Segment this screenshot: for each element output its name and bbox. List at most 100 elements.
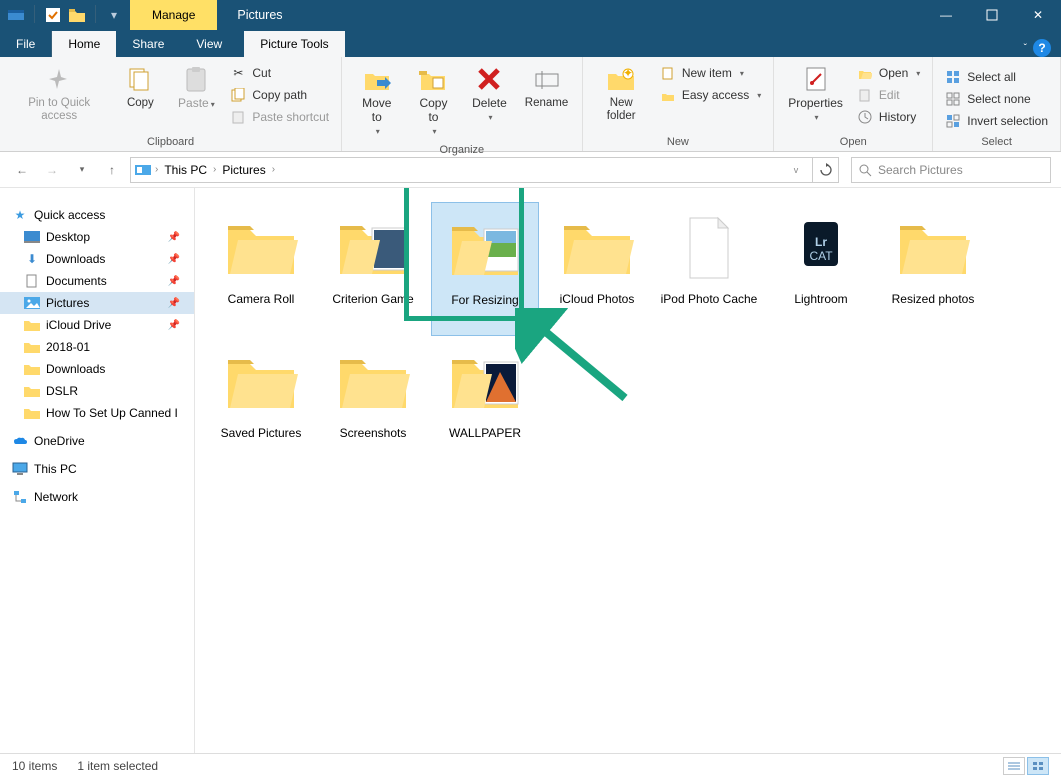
new-item-button[interactable]: New item▾ (656, 63, 765, 83)
folder-item[interactable]: iPod Photo Cache (655, 202, 763, 336)
nav-forward-button[interactable]: → (40, 158, 64, 182)
history-button[interactable]: History (853, 107, 924, 127)
tab-picture-tools[interactable]: Picture Tools (244, 31, 344, 57)
folder-icon (24, 361, 40, 377)
paste-button[interactable]: Paste▾ (170, 61, 222, 113)
sidebar-downloads[interactable]: ⬇Downloads📌 (0, 248, 194, 270)
search-icon (858, 163, 872, 177)
sidebar-2018-01[interactable]: 2018-01 (0, 336, 194, 358)
select-all-button[interactable]: Select all (941, 67, 1052, 87)
cut-button[interactable]: ✂Cut (226, 63, 333, 83)
new-item-icon (660, 65, 676, 81)
cut-icon: ✂ (230, 65, 246, 81)
search-placeholder: Search Pictures (878, 163, 963, 177)
sidebar-quick-access[interactable]: ★Quick access (0, 204, 194, 226)
pin-icon: 📌 (168, 320, 180, 331)
invert-selection-button[interactable]: Invert selection (941, 111, 1052, 131)
minimize-button[interactable]: — (923, 0, 969, 30)
copy-path-button[interactable]: Copy path (226, 85, 333, 105)
title-bar: ▾ Manage Pictures — ✕ (0, 0, 1061, 30)
ribbon-group-select: Select all Select none Invert selection … (933, 57, 1061, 151)
sidebar-desktop[interactable]: Desktop📌 (0, 226, 194, 248)
app-icon (6, 5, 26, 25)
folder-item[interactable]: WALLPAPER (431, 336, 539, 470)
status-selection-count: 1 item selected (77, 759, 158, 773)
sidebar-onedrive[interactable]: OneDrive (0, 430, 194, 452)
sidebar-dslr[interactable]: DSLR (0, 380, 194, 402)
new-folder-button[interactable]: ✦ New folder (591, 61, 652, 125)
folder-item[interactable]: Resized photos (879, 202, 987, 336)
refresh-button[interactable] (813, 157, 839, 183)
rename-icon (531, 63, 563, 95)
folder-icon: LrCAT (781, 208, 861, 288)
qat-overflow-icon[interactable]: ▾ (104, 5, 124, 25)
address-dropdown-icon[interactable]: v (784, 158, 808, 182)
edit-icon (857, 87, 873, 103)
ribbon-group-organize: Move to▾ Copy to▾ Delete▾ Rename Organiz… (342, 57, 582, 151)
copy-to-icon (417, 63, 449, 95)
copy-to-button[interactable]: Copy to▾ (407, 61, 459, 141)
tab-home[interactable]: Home (52, 31, 116, 57)
folder-item[interactable]: Saved Pictures (207, 336, 315, 470)
folder-item[interactable]: Screenshots (319, 336, 427, 470)
content-area[interactable]: Camera Roll Criterion Game For ResizingiCl… (195, 188, 1061, 765)
rename-button[interactable]: Rename (519, 61, 573, 112)
move-to-button[interactable]: Move to▾ (350, 61, 403, 141)
nav-up-button[interactable]: ↑ (100, 158, 124, 182)
contextual-tab-label[interactable]: Manage (130, 0, 217, 30)
breadcrumb-pictures[interactable]: Pictures (220, 163, 267, 177)
help-icon[interactable]: ? (1033, 39, 1051, 57)
folder-icon (24, 317, 40, 333)
tab-view[interactable]: View (180, 31, 238, 57)
folder-item[interactable]: iCloud Photos (543, 202, 651, 336)
sidebar-canned[interactable]: How To Set Up Canned I (0, 402, 194, 424)
status-item-count: 10 items (12, 759, 57, 773)
nav-recent-button[interactable]: ▾ (70, 158, 94, 182)
sidebar-network[interactable]: Network (0, 486, 194, 508)
sidebar-icloud[interactable]: iCloud Drive📌 (0, 314, 194, 336)
delete-button[interactable]: Delete▾ (463, 61, 515, 126)
svg-text:Lr: Lr (815, 235, 827, 249)
folder-label: Criterion Game (332, 292, 413, 306)
qat-checkbox-icon[interactable] (43, 5, 63, 25)
close-button[interactable]: ✕ (1015, 0, 1061, 30)
folder-item[interactable]: Criterion Game (319, 202, 427, 336)
open-button[interactable]: Open▾ (853, 63, 924, 83)
view-details-button[interactable] (1003, 757, 1025, 775)
ribbon-collapse-icon[interactable]: ˇ (1024, 43, 1027, 54)
breadcrumb-this-pc[interactable]: This PC (162, 163, 209, 177)
address-bar[interactable]: › This PC › Pictures › v (130, 157, 813, 183)
pin-to-quick-access-button[interactable]: Pin to Quick access (8, 61, 110, 125)
sidebar-documents[interactable]: Documents📌 (0, 270, 194, 292)
sidebar-pictures[interactable]: Pictures📌 (0, 292, 194, 314)
folder-icon (557, 208, 637, 288)
paste-shortcut-icon (230, 109, 246, 125)
edit-button[interactable]: Edit (853, 85, 924, 105)
easy-access-button[interactable]: Easy access▾ (656, 85, 765, 105)
view-icons-button[interactable] (1027, 757, 1049, 775)
easy-access-icon (660, 87, 676, 103)
folder-item[interactable]: For Resizing (431, 202, 539, 336)
this-pc-icon (12, 461, 28, 477)
pin-icon: 📌 (168, 276, 180, 287)
sidebar-downloads-2[interactable]: Downloads (0, 358, 194, 380)
properties-button[interactable]: Properties▾ (782, 61, 849, 126)
copy-button[interactable]: Copy (114, 61, 166, 112)
paste-shortcut-button[interactable]: Paste shortcut (226, 107, 333, 127)
sidebar-this-pc[interactable]: This PC (0, 458, 194, 480)
tab-file[interactable]: File (0, 31, 52, 57)
nav-back-button[interactable]: ← (10, 158, 34, 182)
qat-folder-icon[interactable] (67, 5, 87, 25)
folder-label: Saved Pictures (221, 426, 302, 440)
new-folder-icon: ✦ (605, 63, 637, 95)
desktop-icon (24, 229, 40, 245)
folder-item[interactable]: Camera Roll (207, 202, 315, 336)
maximize-button[interactable] (969, 0, 1015, 30)
ribbon-group-new: ✦ New folder New item▾ Easy access▾ New (583, 57, 775, 151)
folder-icon (221, 208, 301, 288)
select-none-button[interactable]: Select none (941, 89, 1052, 109)
search-box[interactable]: Search Pictures (851, 157, 1051, 183)
folder-icon (24, 383, 40, 399)
tab-share[interactable]: Share (116, 31, 180, 57)
folder-item[interactable]: LrCATLightroom (767, 202, 875, 336)
